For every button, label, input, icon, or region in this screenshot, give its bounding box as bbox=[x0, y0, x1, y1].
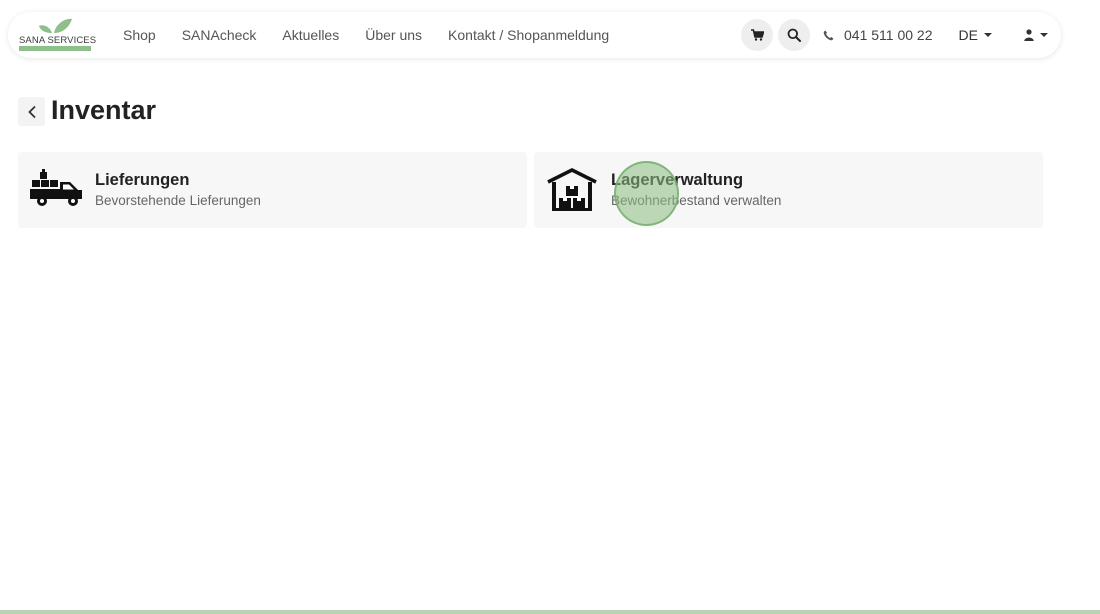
logo-bar bbox=[19, 46, 91, 51]
phone-contact[interactable]: 041 511 00 22 bbox=[823, 27, 933, 43]
phone-icon bbox=[823, 30, 834, 40]
chevron-down-icon bbox=[983, 33, 992, 37]
user-menu[interactable] bbox=[1024, 29, 1048, 41]
nav-links: Shop SANAcheck Aktuelles Über uns Kontak… bbox=[123, 12, 635, 58]
back-button[interactable] bbox=[18, 97, 45, 126]
user-icon bbox=[1024, 29, 1034, 41]
phone-number: 041 511 00 22 bbox=[844, 27, 933, 43]
nav-link-aktuelles[interactable]: Aktuelles bbox=[282, 27, 339, 43]
nav-right: 041 511 00 22 DE bbox=[741, 12, 1048, 58]
nav-link-sanacheck[interactable]: SANAcheck bbox=[182, 27, 257, 43]
footer-accent-line bbox=[0, 610, 1100, 614]
card-lagerverwaltung[interactable]: Lagerverwaltung Bewohnerbestand verwalte… bbox=[534, 152, 1043, 228]
page: SANA SERVICES Shop SANAcheck Aktuelles Ü… bbox=[0, 0, 1100, 614]
top-navbar: SANA SERVICES Shop SANAcheck Aktuelles Ü… bbox=[8, 12, 1061, 58]
warehouse-icon bbox=[547, 168, 597, 211]
page-title: Inventar bbox=[51, 95, 157, 125]
card-title: Lagerverwaltung bbox=[611, 171, 744, 189]
cart-icon bbox=[750, 29, 764, 41]
card-subtitle: Bevorstehende Lieferungen bbox=[95, 193, 261, 208]
nav-link-shop[interactable]: Shop bbox=[123, 27, 156, 43]
nav-link-ueber-uns[interactable]: Über uns bbox=[365, 27, 422, 43]
logo[interactable]: SANA SERVICES bbox=[18, 18, 97, 52]
language-label: DE bbox=[958, 27, 978, 43]
card-lieferungen[interactable]: Lieferungen Bevorstehende Lieferungen bbox=[18, 152, 527, 228]
logo-text: SANA SERVICES bbox=[19, 35, 97, 46]
nav-link-kontakt[interactable]: Kontakt / Shopanmeldung bbox=[448, 27, 609, 43]
chevron-down-icon bbox=[1039, 33, 1048, 37]
card-subtitle: Bewohnerbestand verwalten bbox=[611, 193, 782, 208]
delivery-truck-icon bbox=[30, 169, 82, 206]
chevron-left-icon bbox=[27, 105, 36, 118]
card-title: Lieferungen bbox=[95, 171, 190, 189]
language-dropdown[interactable]: DE bbox=[959, 27, 992, 43]
search-icon bbox=[787, 28, 801, 42]
cart-button[interactable] bbox=[741, 19, 773, 51]
leaf-logo-icon bbox=[39, 18, 72, 33]
search-button[interactable] bbox=[778, 19, 810, 51]
